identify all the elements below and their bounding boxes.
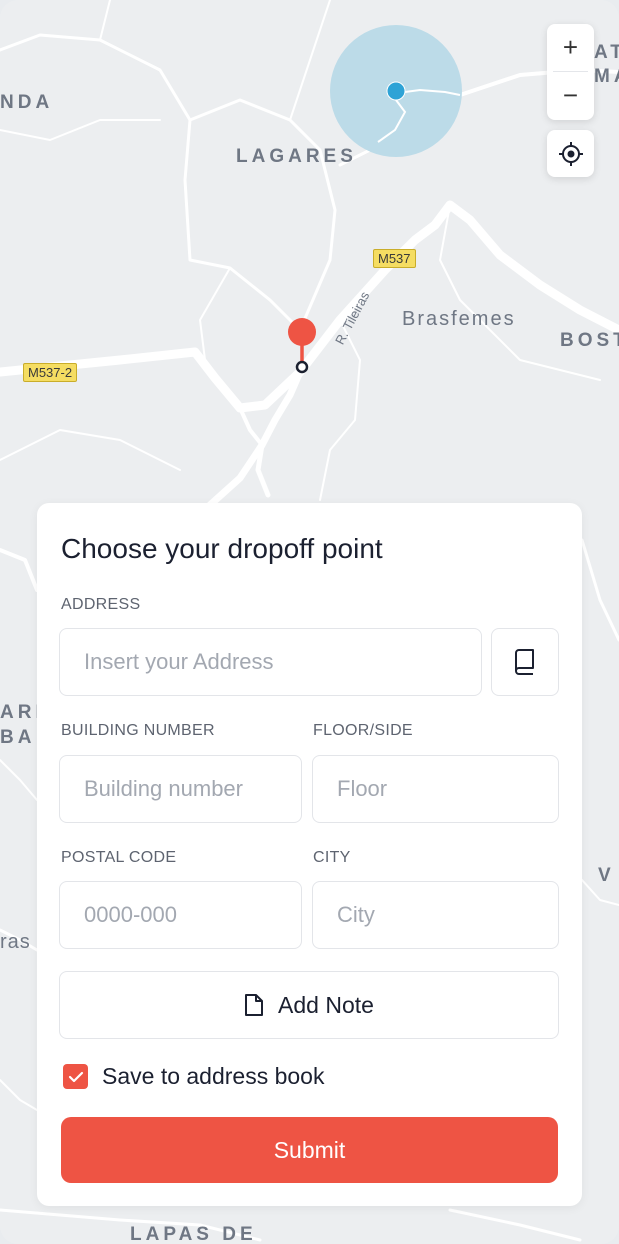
map-label-nda: NDA [0, 92, 54, 113]
save-address-checkbox[interactable] [63, 1064, 88, 1089]
road-badge-m537: M537 [373, 249, 416, 268]
address-label: ADDRESS [61, 596, 141, 613]
map-label-ba: BA [0, 727, 36, 748]
building-number-label: BUILDING NUMBER [61, 722, 215, 739]
map-label-brasfemes: Brasfemes [402, 308, 516, 330]
map-label-ras: ras [0, 931, 31, 953]
submit-button[interactable]: Submit [61, 1117, 558, 1183]
city-input[interactable] [312, 881, 559, 949]
map-label-v: V [598, 865, 615, 886]
map-label-bost: BOST [560, 330, 619, 351]
map-label-lagares: LAGARES [236, 146, 357, 167]
dropoff-form-card: Choose your dropoff point ADDRESS BUILDI… [37, 503, 582, 1206]
zoom-in-button[interactable]: + [547, 24, 594, 71]
map-label-lapas: LAPAS DE [130, 1224, 257, 1244]
note-icon [245, 994, 264, 1016]
zoom-controls: + − [547, 24, 594, 120]
locate-me-button[interactable] [547, 130, 594, 177]
floor-side-label: FLOOR/SIDE [313, 722, 413, 739]
address-input[interactable] [59, 628, 482, 696]
city-label: CITY [313, 849, 351, 866]
postal-code-label: POSTAL CODE [61, 849, 177, 866]
checkmark-icon [68, 1071, 83, 1082]
map-label-ma: MA [594, 66, 619, 87]
zoom-out-button[interactable]: − [547, 72, 594, 119]
road-badge-m537-2: M537-2 [23, 363, 78, 382]
map-label-at: AT [594, 42, 619, 63]
current-location-dot [386, 81, 406, 101]
add-note-button[interactable]: Add Note [59, 971, 559, 1039]
form-title: Choose your dropoff point [61, 533, 383, 564]
address-book-button[interactable] [491, 628, 559, 696]
add-note-label: Add Note [278, 991, 374, 1018]
postal-code-input[interactable] [59, 881, 302, 949]
app-screen: NDA LAGARES Brasfemes BOST AT MA ARI BA … [0, 0, 619, 1244]
save-to-address-book-row[interactable]: Save to address book [63, 1063, 324, 1090]
floor-input[interactable] [312, 755, 559, 823]
building-number-input[interactable] [59, 755, 302, 823]
save-address-label: Save to address book [102, 1063, 325, 1089]
address-book-icon [515, 649, 534, 675]
crosshair-icon [558, 141, 583, 166]
